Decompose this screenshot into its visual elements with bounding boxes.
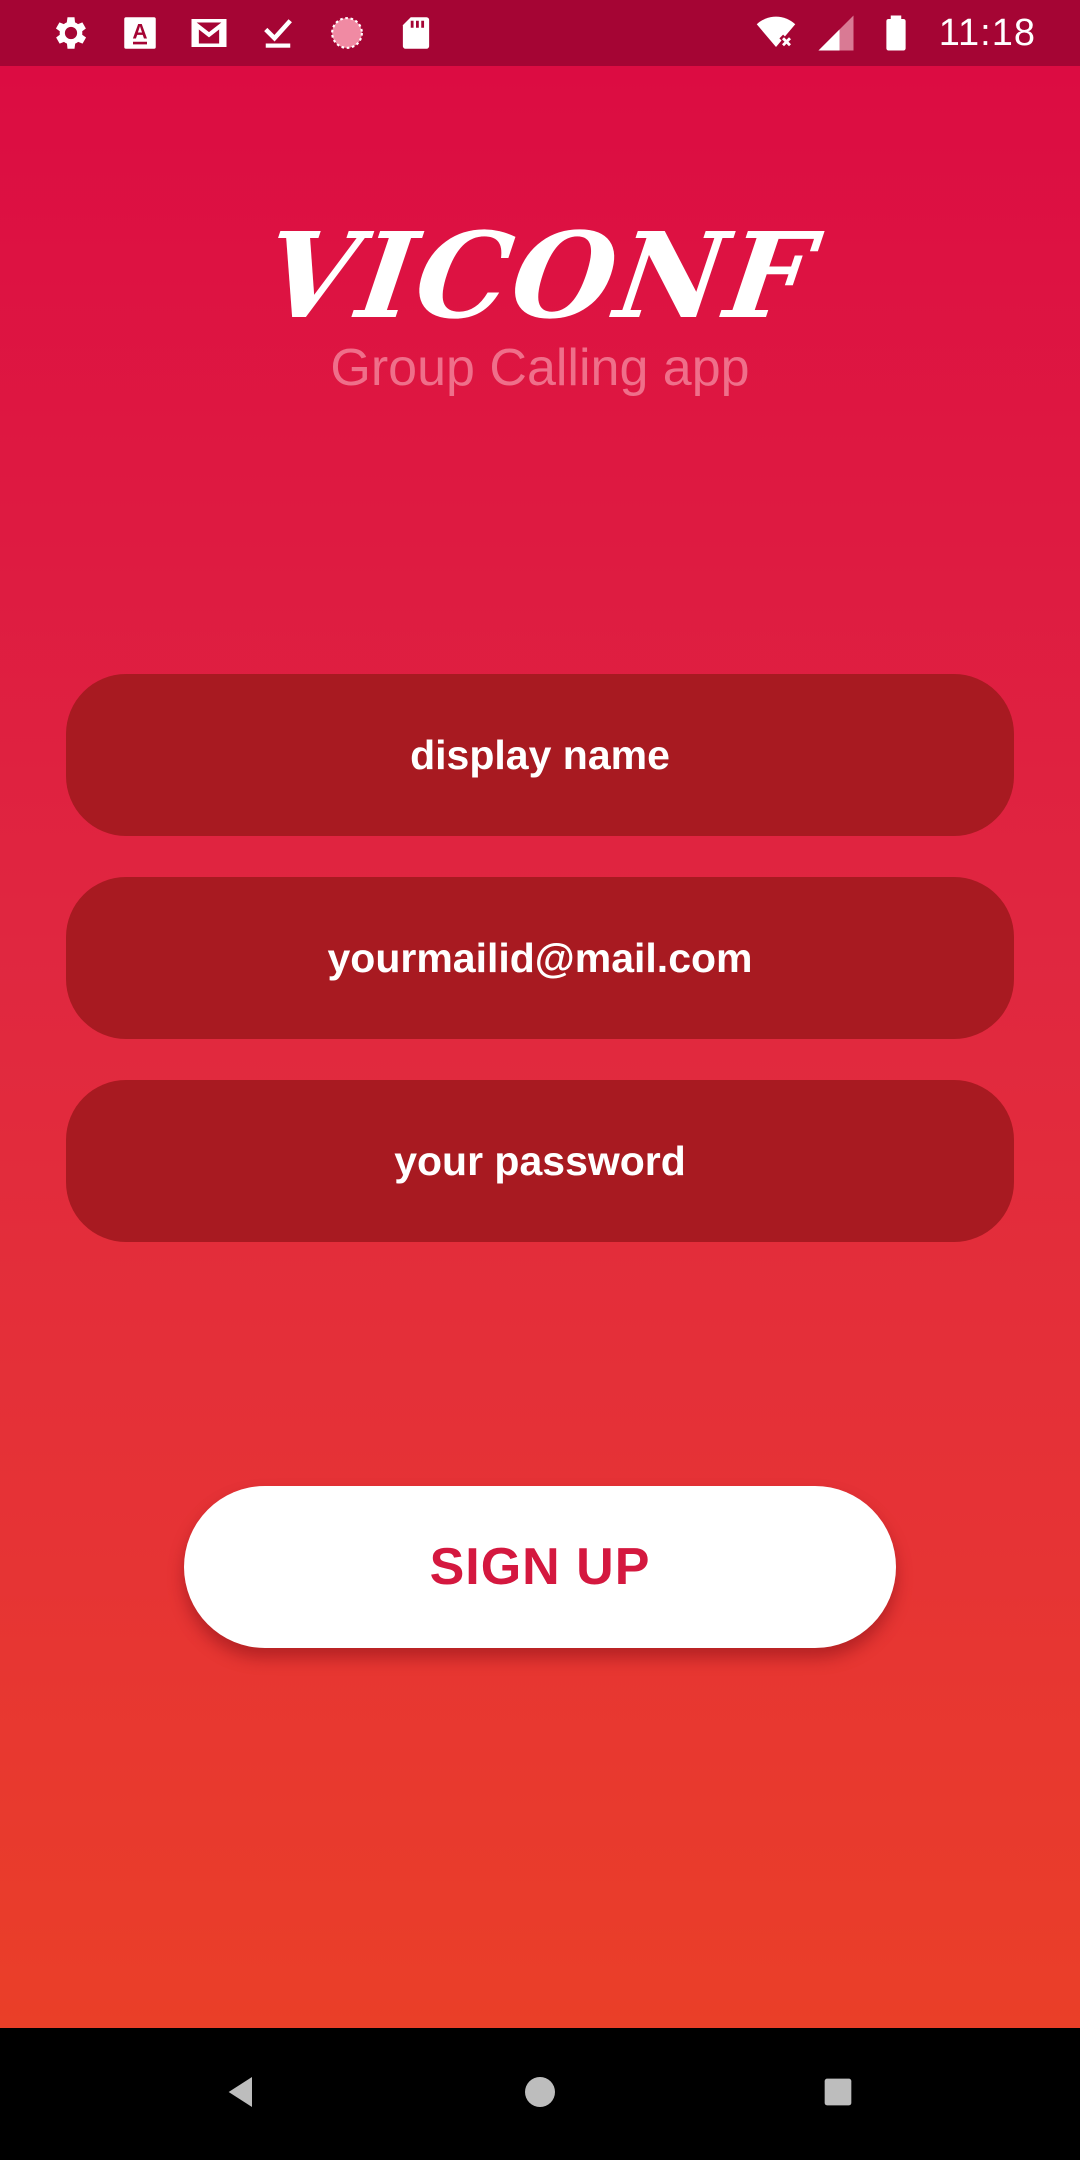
navigation-bar bbox=[0, 2028, 1080, 2160]
recents-button[interactable] bbox=[808, 2064, 868, 2124]
font-a-icon: A bbox=[119, 12, 161, 54]
email-input[interactable] bbox=[66, 877, 1014, 1039]
recents-icon bbox=[818, 2072, 858, 2117]
status-system-icons: 11:18 bbox=[755, 0, 1036, 66]
status-clock: 11:18 bbox=[938, 11, 1036, 54]
settings-icon bbox=[50, 12, 92, 54]
sign-up-button[interactable]: SIGN UP bbox=[184, 1486, 896, 1648]
wifi-off-icon bbox=[755, 12, 797, 54]
status-bar: A 11:18 bbox=[0, 0, 1080, 66]
status-notification-icons: A bbox=[50, 0, 437, 66]
back-button[interactable] bbox=[212, 2064, 272, 2124]
sign-up-label: SIGN UP bbox=[429, 1538, 651, 1596]
home-button[interactable] bbox=[510, 2064, 570, 2124]
display-name-input[interactable] bbox=[66, 674, 1014, 836]
password-input[interactable] bbox=[66, 1080, 1014, 1242]
svg-text:A: A bbox=[132, 20, 147, 43]
signup-screen: VICONF Group Calling app SIGN UP bbox=[0, 66, 1080, 2028]
app-logo: VICONF bbox=[256, 206, 824, 345]
sd-card-icon bbox=[395, 12, 437, 54]
download-done-icon bbox=[257, 12, 299, 54]
app-subtitle: Group Calling app bbox=[330, 339, 750, 397]
sync-circle-icon bbox=[326, 12, 368, 54]
battery-icon bbox=[875, 12, 917, 54]
gmail-icon bbox=[188, 12, 230, 54]
home-icon bbox=[520, 2072, 560, 2117]
back-icon bbox=[222, 2072, 262, 2117]
signal-icon bbox=[815, 12, 857, 54]
